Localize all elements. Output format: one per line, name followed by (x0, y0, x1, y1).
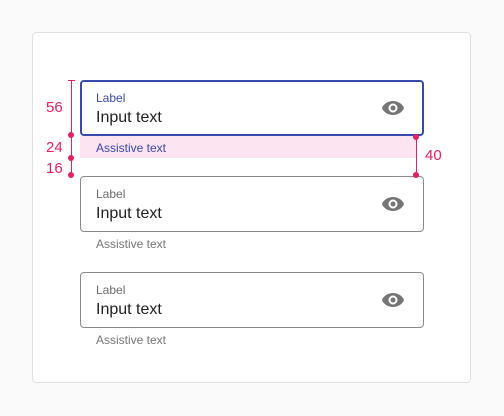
redline-marker (413, 134, 419, 140)
eye-icon[interactable] (381, 290, 405, 310)
field-label: Label (96, 187, 126, 201)
redline-marker (413, 172, 419, 178)
field-input-text[interactable]: Input text (96, 301, 162, 319)
field-label: Label (96, 283, 126, 297)
assistive-text: Assistive text (96, 237, 167, 251)
measure-combined-height: 40 (425, 147, 442, 164)
text-field[interactable]: Label Input text (80, 176, 424, 232)
redline-marker (68, 155, 74, 161)
text-field[interactable]: Label Input text (80, 272, 424, 328)
redline-tick (68, 80, 75, 81)
text-field-focused[interactable]: Label Input text (80, 80, 424, 136)
assistive-text: Assistive text (96, 333, 167, 347)
field-label: Label (96, 91, 126, 105)
eye-icon[interactable] (381, 98, 405, 118)
assistive-text: Assistive text (96, 141, 167, 155)
field-input-text[interactable]: Input text (96, 205, 162, 223)
eye-icon[interactable] (381, 194, 405, 214)
measure-field-height: 56 (46, 99, 63, 116)
measure-assistive-height: 24 (46, 139, 63, 156)
redline-marker (68, 132, 74, 138)
redline-vertical-left (71, 80, 72, 176)
redline-marker (68, 172, 74, 178)
redline-vertical-right (416, 136, 417, 176)
measure-gap: 16 (46, 160, 63, 177)
field-input-text[interactable]: Input text (96, 109, 162, 127)
